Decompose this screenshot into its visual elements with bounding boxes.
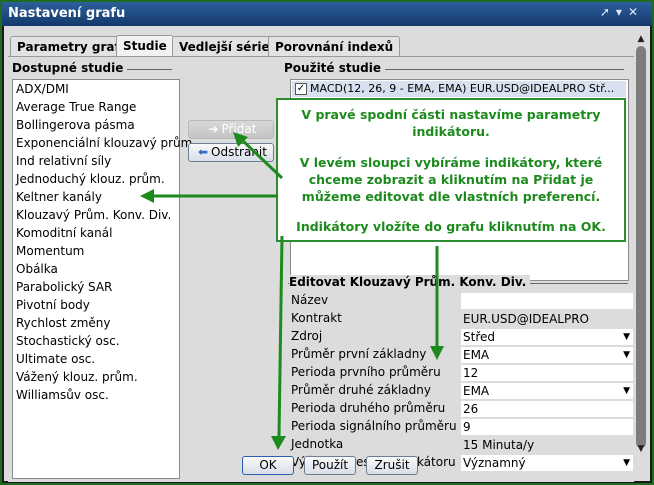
contract-value: EUR.USD@IDEALPRO (461, 311, 633, 327)
list-item[interactable]: Stochastický osc. (16, 334, 120, 348)
list-item[interactable]: Ultimate osc. (16, 352, 95, 366)
study-checkbox[interactable]: ✓ (295, 83, 307, 95)
list-item[interactable]: Klouzavý Prům. Konv. Div. (16, 208, 171, 222)
chevron-down-icon: ▼ (623, 458, 630, 468)
used-studies-heading: Použité studie (284, 61, 385, 75)
second-period-input[interactable]: 26 (461, 401, 633, 417)
edit-study-heading: Editovat Klouzavý Prům. Konv. Div. (289, 275, 531, 289)
list-item[interactable]: Obálka (16, 262, 58, 276)
available-studies-list[interactable]: ADX/DMI Average True Range Bollingerova … (12, 79, 196, 479)
apply-button[interactable]: Použít (304, 456, 356, 475)
callout-paragraph: V pravé spodní části nastavíme parametry… (301, 107, 601, 139)
arrow-right-icon: ➔ (208, 122, 219, 136)
list-item[interactable]: Vážený klouz. prům. (16, 370, 138, 384)
list-item[interactable]: Parabolický SAR (16, 280, 112, 294)
form-row-second-average: Průměr druhé základny EMA ▼ (291, 383, 633, 399)
form-row-unit: Jednotka 15 Minuta/y (291, 437, 633, 453)
chevron-down-icon[interactable]: ▾ (616, 5, 628, 19)
scrollbar-thumb[interactable] (636, 46, 646, 448)
form-row-name: Název (291, 293, 633, 309)
list-item[interactable]: Keltner kanály (16, 190, 102, 204)
tab-index-comparison[interactable]: Porovnání indexů (268, 36, 401, 57)
signal-period-input[interactable]: 9 (461, 419, 633, 435)
first-average-select[interactable]: EMA ▼ (461, 347, 633, 363)
close-icon[interactable]: ✕ (628, 5, 644, 19)
scroll-down-icon[interactable]: ▼ (636, 444, 646, 454)
ok-button[interactable]: OK (242, 456, 294, 475)
add-button[interactable]: ➔ Přidat (188, 120, 274, 139)
window-title: Nastavení grafu (8, 6, 126, 21)
tab-studies[interactable]: Studie (116, 35, 174, 58)
chevron-down-icon: ▼ (623, 386, 630, 396)
scroll-up-icon[interactable]: ▲ (636, 34, 646, 44)
arrow-left-icon: ⬅ (197, 145, 209, 159)
list-item[interactable]: Exponenciální klouzavý prům. (16, 136, 196, 150)
list-item[interactable]: ADX/DMI (16, 82, 69, 96)
pin-icon[interactable]: ➚ (600, 5, 616, 19)
callout-paragraph: V levém sloupci vybíráme indikátory, kte… (299, 155, 603, 204)
form-row-second-period: Perioda druhého průměru 26 (291, 401, 633, 417)
remove-button[interactable]: ⬅ Odstranit (188, 143, 274, 162)
form-row-source: Zdroj Střed ▼ (291, 329, 633, 345)
chevron-down-icon: ▼ (623, 332, 630, 342)
available-studies-heading: Dostupné studie (12, 61, 128, 75)
chevron-down-icon: ▼ (623, 350, 630, 360)
unit-value: 15 Minuta/y (461, 437, 633, 453)
form-row-first-average: Průměr první základny EMA ▼ (291, 347, 633, 363)
used-study-row[interactable]: ✓ MACD(12, 26, 9 - EMA, EMA) EUR.USD@IDE… (292, 81, 626, 97)
list-item[interactable]: Bollingerova pásma (16, 118, 135, 132)
title-bar: Nastavení grafu ➚▾✕ (2, 2, 652, 26)
list-item[interactable]: Ind relativní síly (16, 154, 111, 168)
form-row-signal-period: Perioda signálního průměru 9 (291, 419, 633, 435)
plot-height-select[interactable]: Významný ▼ (461, 455, 633, 471)
list-item[interactable]: Pivotní body (16, 298, 90, 312)
list-item[interactable]: Jednoduchý klouz. prům. (16, 172, 165, 186)
form-row-first-period: Perioda prvního průměru 12 (291, 365, 633, 381)
cancel-button[interactable]: Zrušit (366, 456, 418, 475)
list-item[interactable]: Momentum (16, 244, 84, 258)
list-item[interactable]: Williamsův osc. (16, 388, 109, 402)
first-period-input[interactable]: 12 (461, 365, 633, 381)
used-study-label: MACD(12, 26, 9 - EMA, EMA) EUR.USD@IDEAL… (310, 82, 615, 95)
list-item[interactable]: Komoditní kanál (16, 226, 112, 240)
dialog-body: Parametry grafu Studie Vedlejší série Po… (4, 26, 650, 482)
callout-paragraph: Indikátory vložíte do grafu kliknutím na… (296, 219, 606, 234)
tab-secondary-series[interactable]: Vedlejší série (172, 36, 277, 57)
dialog-window: Nastavení grafu ➚▾✕ Parametry grafu Stud… (2, 2, 652, 483)
form-row-contract: Kontrakt EUR.USD@IDEALPRO (291, 311, 633, 327)
name-input[interactable] (461, 293, 633, 309)
list-item[interactable]: Rychlost změny (16, 316, 111, 330)
second-average-select[interactable]: EMA ▼ (461, 383, 633, 399)
source-select[interactable]: Střed ▼ (461, 329, 633, 345)
vertical-scrollbar[interactable]: ▲ ▼ (636, 34, 646, 454)
list-item[interactable]: Average True Range (16, 100, 136, 114)
tutorial-callout: V pravé spodní části nastavíme parametry… (276, 98, 626, 242)
